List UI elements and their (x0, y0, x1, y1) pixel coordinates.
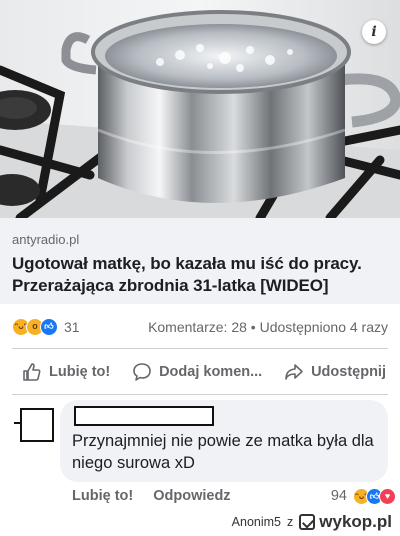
comment-text: Przynajmniej nie powie ze matka była dla… (72, 432, 374, 472)
comment-bubble-icon (133, 363, 151, 381)
comment-reply-button[interactable]: Odpowiedz (153, 488, 230, 504)
like-reaction-icon: 👍︎ (40, 318, 58, 336)
share-arrow-icon (285, 364, 303, 380)
link-domain: antyradio.pl (12, 232, 80, 247)
comment-reaction-count[interactable]: 94 (331, 488, 347, 504)
comment-button[interactable]: Dodaj komen... (132, 362, 262, 382)
pot-on-stove-image (0, 0, 400, 218)
wykop-watermark: Anonim5 z wykop.pl (232, 512, 392, 532)
comment-reactions[interactable]: ᵔᴗᵔ 👍︎ ♥ (353, 487, 396, 505)
love-reaction-icon: ♥ (379, 487, 396, 505)
reaction-summary[interactable]: ᵔᴗᵔ o 👍︎ (12, 318, 58, 336)
post-stats: ᵔᴗᵔ o 👍︎ 31 Komentarze: 28 • Udostępnion… (0, 316, 400, 338)
comments-shares-count[interactable]: Komentarze: 28 • Udostępniono 4 razy (148, 319, 388, 335)
watermark-user: Anonim5 (231, 515, 282, 529)
redacted-commenter-name (74, 406, 214, 426)
comment-actions: Lubię to! Odpowiedz 94 ᵔᴗᵔ 👍︎ ♥ (72, 486, 396, 506)
commenter-avatar[interactable] (14, 408, 54, 442)
like-button-label: Lubię to! (49, 364, 111, 380)
reaction-count[interactable]: 31 (64, 319, 80, 335)
watermark-site: wykop.pl (319, 512, 392, 531)
thumbs-up-icon (23, 363, 41, 381)
info-icon[interactable]: i (362, 20, 386, 44)
divider (12, 348, 388, 349)
like-button[interactable]: Lubię to! (22, 362, 110, 382)
link-title[interactable]: Ugotował matkę, bo kazała mu iść do prac… (12, 253, 388, 297)
share-button[interactable]: Udostępnij (284, 362, 386, 382)
watermark-from: z (287, 515, 294, 529)
wykop-logo: wykop.pl (299, 512, 392, 532)
link-preview[interactable]: antyradio.pl Ugotował matkę, bo kazała m… (0, 218, 400, 304)
comment-like-button[interactable]: Lubię to! (72, 488, 133, 504)
comment-button-label: Dodaj komen... (159, 364, 263, 380)
link-preview-image[interactable]: i (0, 0, 400, 218)
wykop-logo-icon (299, 514, 316, 530)
post-action-bar: Lubię to! Dodaj komen... Udostępnij (0, 356, 400, 388)
share-button-label: Udostępnij (311, 364, 386, 380)
divider (12, 394, 388, 395)
